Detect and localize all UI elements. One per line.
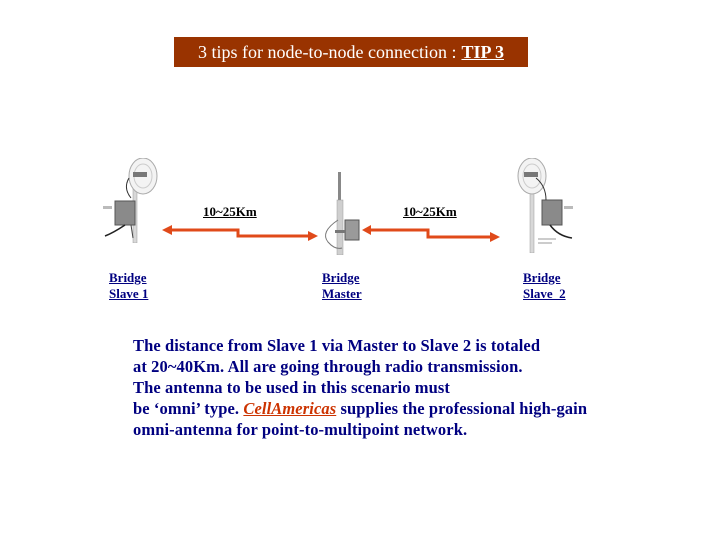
cellamericas-link[interactable]: CellAmericas [243, 399, 336, 418]
node-label-slave2[interactable]: Bridge Slave 2 [523, 270, 566, 302]
node-label-slave1[interactable]: Bridge Slave 1 [109, 270, 148, 302]
description-line-1: The distance from Slave 1 via Master to … [133, 336, 541, 355]
arrow-master-slave2 [362, 225, 500, 242]
arrow-slave1-master [162, 225, 318, 241]
description-line-4: be ‘omni’ type. CellAmericas supplies th… [133, 399, 588, 418]
description-line-2: at 20~40Km. All are going through radio … [133, 357, 523, 376]
node-label-master[interactable]: Bridge Master [322, 270, 362, 302]
distance-label-1: 10~25Km [203, 204, 257, 219]
description-line-3: The antenna to be used in this scenario … [133, 378, 451, 397]
description-line-5: omni-antenna for point-to-multipoint net… [133, 420, 468, 439]
description-paragraph: The distance from Slave 1 via Master to … [133, 335, 633, 440]
distance-label-2: 10~25Km [403, 204, 457, 219]
